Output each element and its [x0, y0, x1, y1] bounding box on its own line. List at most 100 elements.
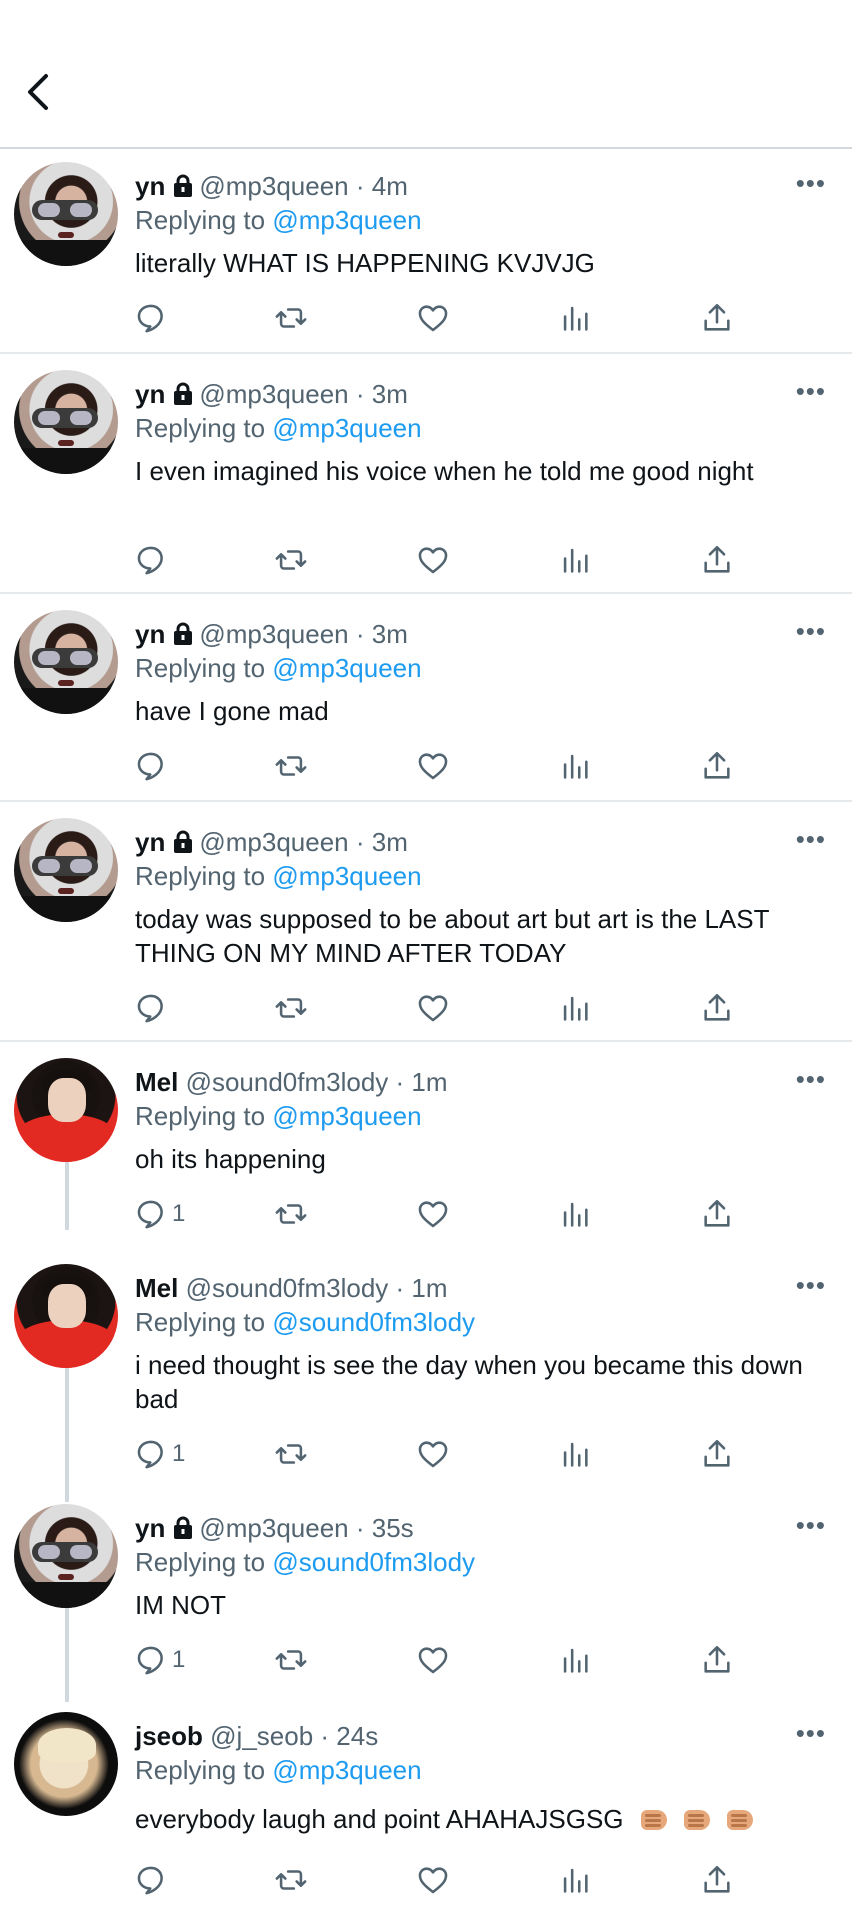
like-button[interactable] [416, 298, 450, 338]
avatar[interactable] [14, 1058, 118, 1162]
back-button[interactable] [18, 70, 62, 114]
replying-to-link[interactable]: @sound0fm3lody [272, 1547, 475, 1577]
tweet[interactable]: yn @mp3queen · 3m ••• Replying to @mp3que… [0, 598, 852, 802]
replying-to-link[interactable]: @mp3queen [272, 861, 421, 891]
like-button[interactable] [416, 1194, 450, 1234]
avatar[interactable] [14, 162, 118, 266]
display-name[interactable]: Mel [135, 1067, 178, 1097]
share-icon [704, 993, 730, 1021]
display-name[interactable]: yn [135, 379, 165, 409]
replying-to-link[interactable]: @sound0fm3lody [272, 1307, 475, 1337]
tweet[interactable]: yn @mp3queen · 3m ••• Replying to @mp3que… [0, 806, 852, 1042]
reply-button[interactable]: 1 [134, 1194, 185, 1234]
reply-button[interactable]: 1 [134, 1640, 185, 1680]
like-button[interactable] [416, 1640, 450, 1680]
more-icon[interactable]: ••• [796, 168, 826, 199]
tweet[interactable]: jseob @j_seob · 24s ••• Replying to @mp3… [0, 1700, 852, 1920]
reply-button[interactable] [134, 988, 172, 1028]
replying-to-link[interactable]: @mp3queen [272, 1101, 421, 1131]
more-icon[interactable]: ••• [796, 1270, 826, 1301]
retweet-button[interactable] [274, 1434, 308, 1474]
retweet-button[interactable] [274, 746, 308, 786]
replying-to-link[interactable]: @mp3queen [272, 1755, 421, 1785]
display-name[interactable]: yn [135, 619, 165, 649]
timestamp[interactable]: 1m [411, 1273, 447, 1303]
display-name[interactable]: yn [135, 171, 165, 201]
more-icon[interactable]: ••• [796, 616, 826, 647]
tweet[interactable]: Mel @sound0fm3lody · 1m ••• Replying to … [0, 1046, 852, 1250]
share-button[interactable] [700, 1640, 734, 1680]
retweet-button[interactable] [274, 1640, 308, 1680]
share-button[interactable] [700, 1860, 734, 1900]
replying-to-link[interactable]: @mp3queen [272, 413, 421, 443]
timestamp[interactable]: 3m [372, 827, 408, 857]
user-handle[interactable]: @sound0fm3lody [186, 1067, 389, 1097]
like-button[interactable] [416, 1860, 450, 1900]
replying-to-link[interactable]: @mp3queen [272, 205, 421, 235]
share-button[interactable] [700, 1434, 734, 1474]
reply-button[interactable]: 1 [134, 1434, 185, 1474]
tweet[interactable]: Mel @sound0fm3lody · 1m ••• Replying to … [0, 1252, 852, 1492]
avatar[interactable] [14, 1504, 118, 1608]
display-name[interactable]: jseob [135, 1721, 203, 1751]
retweet-button[interactable] [274, 540, 308, 580]
avatar[interactable] [14, 610, 118, 714]
tweet-text: everybody laugh and point AHAHAJSGSG [135, 1804, 624, 1834]
avatar[interactable] [14, 1712, 118, 1816]
analytics-button[interactable] [558, 1434, 592, 1474]
lock-icon [171, 173, 195, 205]
more-icon[interactable]: ••• [796, 1510, 826, 1541]
share-button[interactable] [700, 298, 734, 338]
timestamp[interactable]: 3m [372, 379, 408, 409]
display-name[interactable]: yn [135, 827, 165, 857]
more-icon[interactable]: ••• [796, 1718, 826, 1749]
reply-button[interactable] [134, 298, 172, 338]
retweet-button[interactable] [274, 1860, 308, 1900]
avatar[interactable] [14, 1264, 118, 1368]
user-handle[interactable]: @sound0fm3lody [186, 1273, 389, 1303]
timestamp[interactable]: 24s [336, 1721, 378, 1751]
more-icon[interactable]: ••• [796, 824, 826, 855]
user-handle[interactable]: @j_seob [210, 1721, 313, 1751]
display-name[interactable]: Mel [135, 1273, 178, 1303]
analytics-button[interactable] [558, 746, 592, 786]
user-handle[interactable]: @mp3queen [199, 1513, 348, 1543]
share-button[interactable] [700, 540, 734, 580]
display-name[interactable]: yn [135, 1513, 165, 1543]
tweet[interactable]: yn @mp3queen · 35s ••• Replying to @sound… [0, 1492, 852, 1696]
replying-to-link[interactable]: @mp3queen [272, 653, 421, 683]
reply-button[interactable] [134, 540, 172, 580]
analytics-button[interactable] [558, 1860, 592, 1900]
share-button[interactable] [700, 746, 734, 786]
share-button[interactable] [700, 1194, 734, 1234]
tweet[interactable]: yn @mp3queen · 4m ••• Replying to @mp3que… [0, 150, 852, 354]
reply-button[interactable] [134, 746, 172, 786]
analytics-button[interactable] [558, 1194, 592, 1234]
avatar[interactable] [14, 370, 118, 474]
avatar[interactable] [14, 818, 118, 922]
timestamp[interactable]: 1m [411, 1067, 447, 1097]
more-icon[interactable]: ••• [796, 1064, 826, 1095]
analytics-button[interactable] [558, 540, 592, 580]
retweet-button[interactable] [274, 1194, 308, 1234]
user-handle[interactable]: @mp3queen [199, 171, 348, 201]
user-handle[interactable]: @mp3queen [199, 619, 348, 649]
analytics-button[interactable] [558, 988, 592, 1028]
more-icon[interactable]: ••• [796, 376, 826, 407]
analytics-button[interactable] [558, 298, 592, 338]
timestamp[interactable]: 4m [372, 171, 408, 201]
reply-button[interactable] [134, 1860, 172, 1900]
timestamp[interactable]: 3m [372, 619, 408, 649]
user-handle[interactable]: @mp3queen [199, 827, 348, 857]
user-handle[interactable]: @mp3queen [199, 379, 348, 409]
timestamp[interactable]: 35s [372, 1513, 414, 1543]
analytics-button[interactable] [558, 1640, 592, 1680]
like-button[interactable] [416, 746, 450, 786]
like-button[interactable] [416, 988, 450, 1028]
like-button[interactable] [416, 540, 450, 580]
tweet[interactable]: yn @mp3queen · 3m ••• Replying to @mp3que… [0, 358, 852, 594]
retweet-button[interactable] [274, 988, 308, 1028]
like-button[interactable] [416, 1434, 450, 1474]
retweet-button[interactable] [274, 298, 308, 338]
share-button[interactable] [700, 988, 734, 1028]
